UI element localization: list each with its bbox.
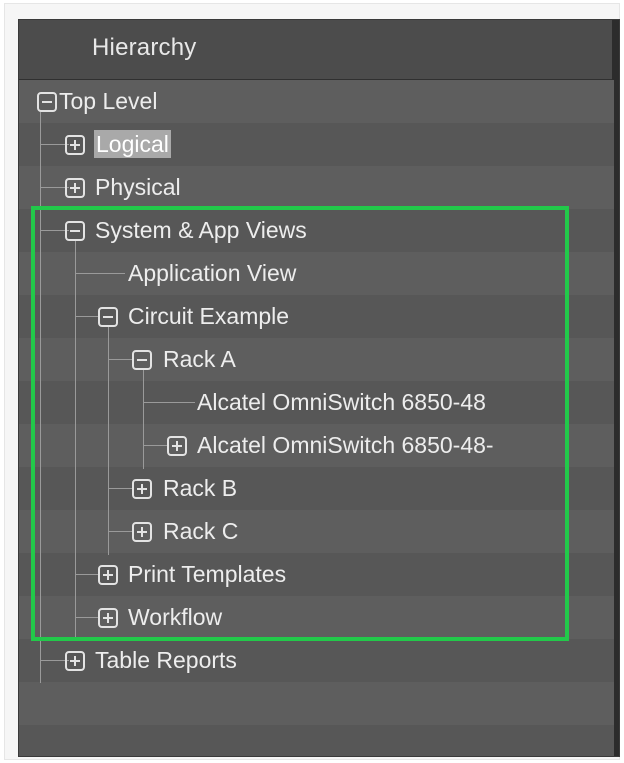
- tree-connector: [75, 574, 99, 575]
- collapse-icon[interactable]: [132, 350, 152, 370]
- tree-node-table-reports[interactable]: Table Reports: [19, 639, 614, 682]
- hierarchy-tree: Top Level Logical Physical System & App …: [19, 80, 614, 756]
- tree-node-label[interactable]: Alcatel OmniSwitch 6850-48: [197, 381, 486, 424]
- tree-node-label[interactable]: Application View: [128, 252, 296, 295]
- tree-node-system-app-views[interactable]: System & App Views: [19, 209, 614, 252]
- tree-node-top-level[interactable]: Top Level: [19, 80, 614, 123]
- tree-node-logical[interactable]: Logical: [19, 123, 614, 166]
- tree-connector: [40, 112, 41, 683]
- tree-node-workflow[interactable]: Workflow: [19, 596, 614, 639]
- tree-node-physical[interactable]: Physical: [19, 166, 614, 209]
- expand-icon[interactable]: [65, 651, 85, 671]
- tree-connector: [143, 402, 195, 403]
- tree-node-label[interactable]: Physical: [95, 166, 181, 209]
- tree-connector: [75, 617, 99, 618]
- tree-connector: [108, 327, 109, 555]
- tree-connector: [143, 445, 167, 446]
- tree-connector: [108, 531, 133, 532]
- expand-icon[interactable]: [132, 522, 152, 542]
- tree-connector: [75, 316, 99, 317]
- tree-connector: [108, 488, 133, 489]
- tree-node-label[interactable]: System & App Views: [95, 209, 307, 252]
- expand-icon[interactable]: [65, 178, 85, 198]
- tree-node-label[interactable]: Logical: [94, 130, 171, 158]
- empty-row: [19, 725, 614, 756]
- tree-node-label[interactable]: Circuit Example: [128, 295, 289, 338]
- tree-node-label[interactable]: Top Level: [59, 80, 157, 123]
- tree-node-label[interactable]: Table Reports: [95, 639, 237, 682]
- tree-node-application-view[interactable]: Application View: [19, 252, 614, 295]
- tree-node-label[interactable]: Print Templates: [128, 553, 286, 596]
- tree-connector: [143, 370, 144, 469]
- panel-header: Hierarchy: [19, 20, 619, 80]
- hierarchy-panel: Hierarchy Top Level Logical Physical Sys…: [18, 19, 620, 757]
- tree-node-label[interactable]: Alcatel OmniSwitch 6850-48-: [197, 424, 494, 467]
- tree-node-label[interactable]: Rack A: [163, 338, 236, 381]
- tree-connector: [75, 241, 76, 640]
- tree-connector: [75, 273, 125, 274]
- expand-icon[interactable]: [132, 479, 152, 499]
- empty-row: [19, 682, 614, 725]
- expand-icon[interactable]: [98, 565, 118, 585]
- tree-node-print-templates[interactable]: Print Templates: [19, 553, 614, 596]
- tree-node-label[interactable]: Workflow: [128, 596, 222, 639]
- tree-connector: [108, 359, 133, 360]
- collapse-icon[interactable]: [98, 307, 118, 327]
- collapse-icon[interactable]: [37, 92, 57, 112]
- collapse-icon[interactable]: [65, 221, 85, 241]
- panel-title: Hierarchy: [92, 34, 197, 61]
- expand-icon[interactable]: [65, 135, 85, 155]
- expand-icon[interactable]: [98, 608, 118, 628]
- tree-node-label[interactable]: Rack B: [163, 467, 237, 510]
- tree-node-label[interactable]: Rack C: [163, 510, 238, 553]
- expand-icon[interactable]: [167, 436, 187, 456]
